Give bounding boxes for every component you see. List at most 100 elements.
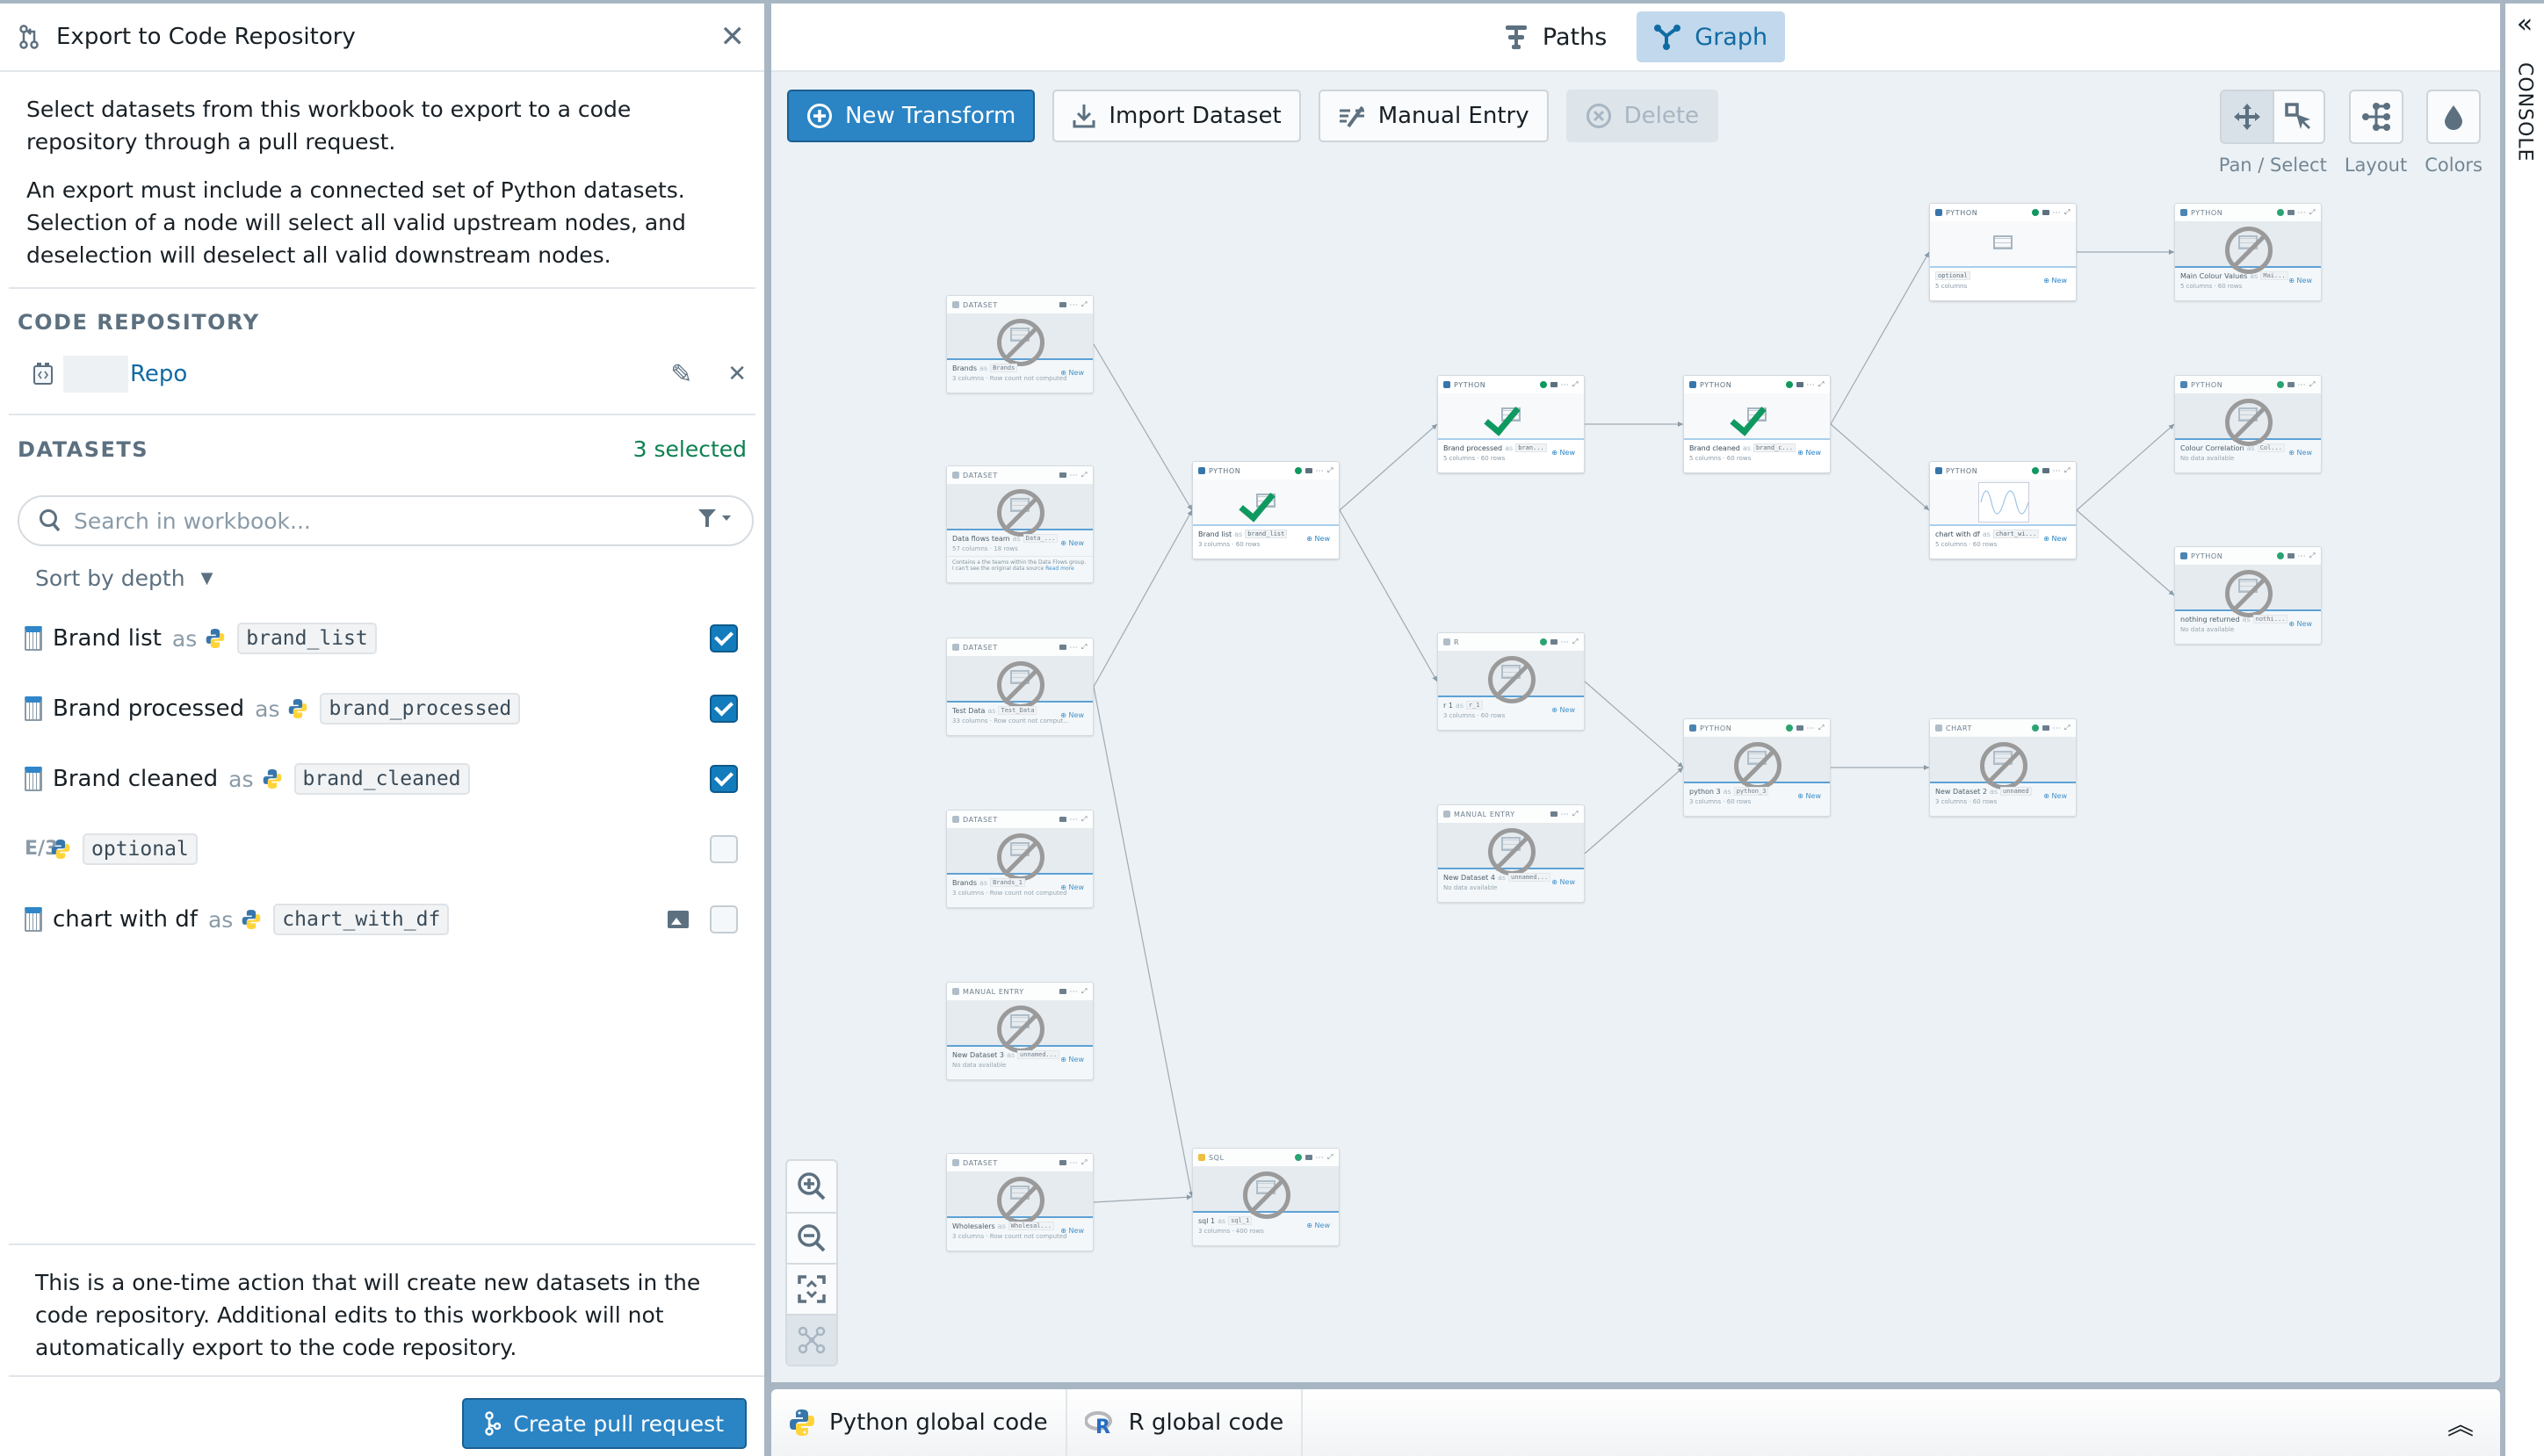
graph-node[interactable]: DATASET ··· ⤢ Brands as Brands 3 columns … — [946, 295, 1094, 393]
tab-paths[interactable]: Paths — [1486, 11, 1624, 62]
sort-dropdown[interactable]: Sort by depth ▼ — [35, 566, 213, 591]
comment-icon[interactable] — [2287, 382, 2295, 387]
expand-icon[interactable]: ⤢ — [2064, 208, 2071, 217]
new-node-button[interactable]: ⊕ New — [2043, 792, 2067, 800]
new-node-button[interactable]: ⊕ New — [1306, 535, 1330, 543]
more-icon[interactable]: ··· — [1070, 472, 1078, 479]
expand-icon[interactable]: ⤢ — [2064, 466, 2071, 475]
comment-icon[interactable] — [1796, 382, 1803, 387]
dataset-list-item[interactable]: Brand cleaned as brand_cleaned — [0, 744, 764, 814]
more-icon[interactable]: ··· — [1316, 1154, 1324, 1162]
graph-node[interactable]: DATASET ··· ⤢ Data flows team as Data_...… — [946, 465, 1094, 583]
new-node-button[interactable]: ⊕ New — [1797, 792, 1821, 800]
comment-icon[interactable] — [1059, 472, 1066, 478]
comment-icon[interactable] — [2287, 553, 2295, 559]
expand-icon[interactable]: ⤢ — [1081, 300, 1088, 309]
more-icon[interactable]: ··· — [1316, 467, 1324, 475]
graph-node[interactable]: MANUAL ENTRY ··· ⤢ New Dataset 4 as unnam… — [1437, 804, 1585, 903]
graph-node[interactable]: DATASET ··· ⤢ Wholesalers as Wholesal... … — [946, 1153, 1094, 1251]
expand-icon[interactable]: ⤢ — [1081, 987, 1088, 996]
more-icon[interactable]: ··· — [1807, 724, 1815, 732]
expand-icon[interactable]: ⤢ — [1818, 724, 1825, 732]
dataset-list-item[interactable]: E/3 optional — [0, 814, 764, 884]
comment-icon[interactable] — [2042, 210, 2049, 215]
filter-dropdown-icon[interactable] — [697, 508, 733, 535]
comment-icon[interactable] — [2287, 210, 2295, 215]
dataset-checkbox[interactable] — [710, 835, 738, 863]
edit-pencil-icon[interactable]: ✎ — [670, 359, 692, 390]
dataset-list-item[interactable]: Brand processed as brand_processed — [0, 674, 764, 744]
expand-icon[interactable]: ⤢ — [2309, 551, 2316, 560]
more-icon[interactable]: ··· — [1561, 381, 1569, 389]
graph-node[interactable]: PYTHON ··· ⤢ Brand list as brand_list 3 c… — [1192, 461, 1340, 559]
comment-icon[interactable] — [1305, 1155, 1312, 1160]
dataset-list-item[interactable]: chart with df as chart_with_df — [0, 884, 764, 955]
comment-icon[interactable] — [1796, 725, 1803, 731]
more-icon[interactable]: ··· — [1807, 381, 1815, 389]
search-input[interactable] — [74, 508, 697, 534]
dataset-checkbox[interactable] — [710, 765, 738, 793]
graph-node[interactable]: PYTHON ··· ⤢ Brand processed as bran... 5… — [1437, 375, 1585, 473]
expand-icon[interactable]: ⤢ — [1572, 810, 1579, 818]
close-icon[interactable]: ✕ — [720, 19, 746, 54]
dataset-checkbox[interactable] — [710, 905, 738, 933]
expand-icon[interactable]: ⤢ — [1081, 471, 1088, 479]
zoom-to-fit-button[interactable] — [787, 1263, 836, 1314]
more-icon[interactable]: ··· — [1561, 638, 1569, 646]
expand-icon[interactable]: ⤢ — [1081, 643, 1088, 652]
new-node-button[interactable]: ⊕ New — [2288, 277, 2312, 285]
graph-node[interactable]: PYTHON ··· ⤢ Brand cleaned as brand_c... … — [1683, 375, 1831, 473]
more-icon[interactable]: ··· — [2053, 467, 2061, 475]
more-icon[interactable]: ··· — [1070, 816, 1078, 824]
expand-icon[interactable]: ⤢ — [1081, 815, 1088, 824]
new-node-button[interactable]: ⊕ New — [1060, 539, 1084, 547]
comment-icon[interactable] — [1059, 302, 1066, 307]
new-node-button[interactable]: ⊕ New — [1797, 449, 1821, 457]
new-node-button[interactable]: ⊕ New — [1306, 1222, 1330, 1229]
comment-icon[interactable] — [1550, 382, 1557, 387]
more-icon[interactable]: ··· — [1561, 811, 1569, 818]
comment-icon[interactable] — [1550, 639, 1557, 645]
more-icon[interactable]: ··· — [2298, 209, 2306, 217]
new-node-button[interactable]: ⊕ New — [1551, 449, 1575, 457]
expand-panel-icon[interactable]: ︽ — [2447, 1403, 2474, 1442]
new-node-button[interactable]: ⊕ New — [2043, 277, 2067, 285]
graph-node[interactable]: DATASET ··· ⤢ Brands as Brands_1 3 column… — [946, 810, 1094, 908]
dataset-list-item[interactable]: Brand list as brand_list — [0, 603, 764, 674]
new-node-button[interactable]: ⊕ New — [1551, 878, 1575, 886]
graph-node[interactable]: PYTHON ··· ⤢ Colour Correlation as Col...… — [2174, 375, 2322, 473]
comment-icon[interactable] — [1305, 468, 1312, 473]
r-global-code-tab[interactable]: R R global code — [1067, 1389, 1304, 1456]
expand-icon[interactable]: ⤢ — [1818, 380, 1825, 389]
new-node-button[interactable]: ⊕ New — [1060, 1056, 1084, 1063]
graph-node[interactable]: PYTHON ··· ⤢ optional 5 columns ⊕ New — [1929, 203, 2077, 301]
comment-icon[interactable] — [2042, 725, 2049, 731]
expand-icon[interactable]: ⤢ — [1572, 638, 1579, 646]
comment-icon[interactable] — [1059, 989, 1066, 994]
tab-graph[interactable]: Graph — [1637, 11, 1786, 62]
graph-node[interactable]: SQL ··· ⤢ sql 1 as sql_1 3 columns · 400 … — [1192, 1148, 1340, 1246]
more-icon[interactable]: ··· — [2298, 552, 2306, 560]
new-node-button[interactable]: ⊕ New — [2288, 449, 2312, 457]
new-node-button[interactable]: ⊕ New — [1060, 369, 1084, 377]
expand-icon[interactable]: ⤢ — [1081, 1158, 1088, 1167]
new-node-button[interactable]: ⊕ New — [1060, 883, 1084, 891]
dataset-checkbox[interactable] — [710, 695, 738, 723]
python-global-code-tab[interactable]: Python global code — [771, 1389, 1067, 1456]
graph-node[interactable]: MANUAL ENTRY ··· ⤢ New Dataset 3 as unnam… — [946, 982, 1094, 1080]
more-icon[interactable]: ··· — [1070, 644, 1078, 652]
more-icon[interactable]: ··· — [1070, 1159, 1078, 1167]
new-node-button[interactable]: ⊕ New — [2288, 620, 2312, 628]
graph-node[interactable]: DATASET ··· ⤢ Test Data as Test_Data 33 c… — [946, 638, 1094, 736]
graph-node[interactable]: PYTHON ··· ⤢ chart with df as chart_wi...… — [1929, 461, 2077, 559]
expand-icon[interactable]: ⤢ — [2309, 208, 2316, 217]
remove-repo-icon[interactable]: ✕ — [727, 361, 747, 387]
expand-icon[interactable]: ⤢ — [2064, 724, 2071, 732]
expand-icon[interactable]: ⤢ — [2309, 380, 2316, 389]
expand-icon[interactable]: ⤢ — [1572, 380, 1579, 389]
comment-icon[interactable] — [1059, 645, 1066, 650]
comment-icon[interactable] — [1059, 817, 1066, 822]
graph-node[interactable]: PYTHON ··· ⤢ python 3 as python_3 3 colum… — [1683, 718, 1831, 817]
new-node-button[interactable]: ⊕ New — [1060, 711, 1084, 719]
zoom-to-selection-button[interactable] — [787, 1314, 836, 1365]
